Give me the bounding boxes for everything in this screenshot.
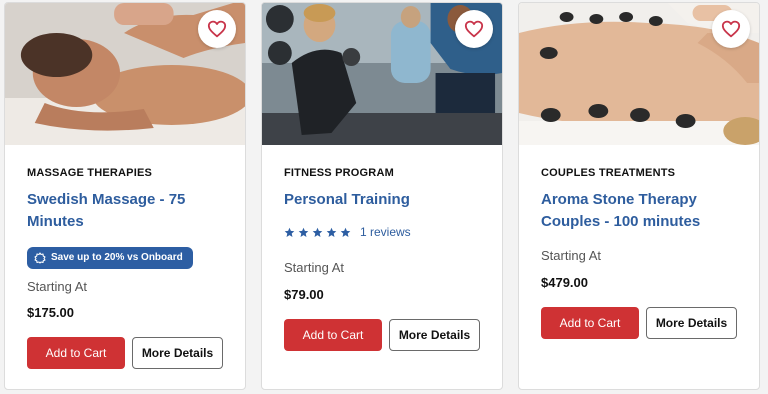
star-rating (284, 227, 351, 238)
star-icon (312, 227, 323, 237)
product-title-link[interactable]: Aroma Stone Therapy Couples - 100 minute… (541, 189, 741, 233)
product-card-personal-training: FITNESS PROGRAM Personal Training 1 revi… (261, 2, 503, 390)
card-body: COUPLES TREATMENTS Aroma Stone Therapy C… (541, 145, 745, 389)
add-to-cart-button[interactable]: Add to Cart (541, 307, 639, 339)
heart-outline-icon (721, 20, 741, 38)
favorite-button[interactable] (198, 10, 236, 48)
product-category: FITNESS PROGRAM (284, 167, 394, 179)
product-price: $79.00 (284, 287, 324, 302)
add-to-cart-button[interactable]: Add to Cart (27, 337, 125, 369)
product-price: $175.00 (27, 305, 74, 320)
star-icon (284, 227, 295, 237)
favorite-button[interactable] (712, 10, 750, 48)
card-body: FITNESS PROGRAM Personal Training 1 revi… (284, 145, 488, 389)
product-category: COUPLES TREATMENTS (541, 167, 676, 179)
product-price: $479.00 (541, 275, 588, 290)
product-card-aroma-stone-therapy: COUPLES TREATMENTS Aroma Stone Therapy C… (518, 2, 760, 390)
star-icon (340, 227, 351, 237)
add-to-cart-button[interactable]: Add to Cart (284, 319, 382, 351)
heart-outline-icon (207, 20, 227, 38)
product-title-link[interactable]: Swedish Massage - 75 Minutes (27, 189, 227, 233)
savings-badge-label: Save up to 20% vs Onboard (51, 252, 183, 263)
starting-at-label: Starting At (541, 248, 601, 263)
product-card-swedish-massage: MASSAGE THERAPIES Swedish Massage - 75 M… (4, 2, 246, 390)
star-icon (326, 227, 337, 237)
more-details-button[interactable]: More Details (646, 307, 737, 339)
product-category: MASSAGE THERAPIES (27, 167, 153, 179)
heart-outline-icon (464, 20, 484, 38)
card-body: MASSAGE THERAPIES Swedish Massage - 75 M… (27, 145, 231, 389)
star-icon (298, 227, 309, 237)
starting-at-label: Starting At (284, 260, 344, 275)
favorite-button[interactable] (455, 10, 493, 48)
savings-badge: Save up to 20% vs Onboard (27, 247, 193, 269)
more-details-button[interactable]: More Details (132, 337, 223, 369)
product-title-link[interactable]: Personal Training (284, 189, 484, 211)
gear-icon (34, 252, 46, 264)
rating-row: 1 reviews (284, 225, 411, 239)
reviews-link[interactable]: 1 reviews (360, 225, 411, 239)
starting-at-label: Starting At (27, 279, 87, 294)
more-details-button[interactable]: More Details (389, 319, 480, 351)
